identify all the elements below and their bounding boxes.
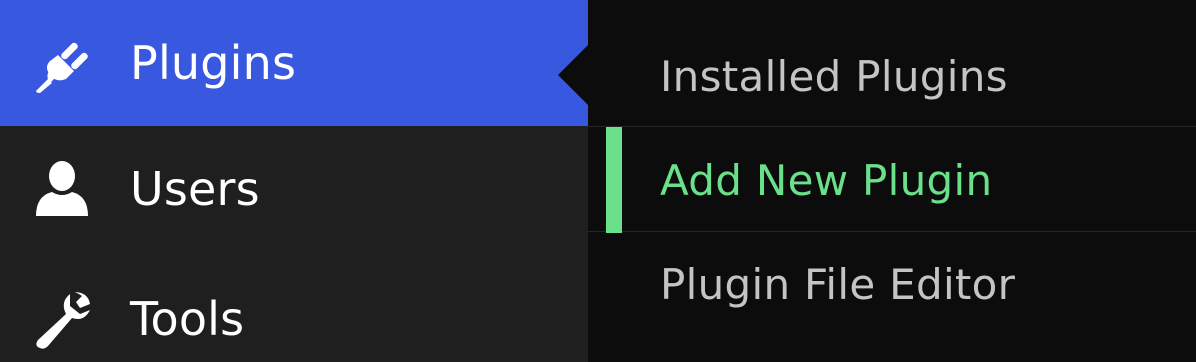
menu-item-tools[interactable]: Tools [0, 250, 588, 362]
admin-menu: Plugins Users Tools [0, 0, 588, 362]
submenu-label-add-new-plugin: Add New Plugin [660, 156, 993, 205]
submenu-item-plugin-file-editor[interactable]: Plugin File Editor [588, 232, 1196, 362]
active-indicator [606, 127, 622, 233]
submenu-pointer [558, 45, 588, 105]
submenu-label-plugin-file-editor: Plugin File Editor [660, 260, 1016, 309]
wrench-icon [30, 288, 94, 352]
submenu-item-installed-plugins[interactable]: Installed Plugins [588, 0, 1196, 126]
submenu-label-installed-plugins: Installed Plugins [660, 52, 1008, 101]
menu-label-users: Users [130, 162, 260, 216]
menu-item-plugins[interactable]: Plugins [0, 0, 588, 126]
plug-icon [30, 31, 94, 95]
menu-item-users[interactable]: Users [0, 126, 588, 250]
menu-label-tools: Tools [130, 292, 245, 346]
submenu-item-add-new-plugin[interactable]: Add New Plugin [588, 126, 1196, 233]
menu-label-plugins: Plugins [130, 36, 297, 90]
user-icon [30, 156, 94, 220]
plugins-submenu: Installed Plugins Add New Plugin Plugin … [588, 0, 1196, 362]
admin-sidebar-screen: Plugins Users Tools Installed Plugins Ad… [0, 0, 1196, 362]
